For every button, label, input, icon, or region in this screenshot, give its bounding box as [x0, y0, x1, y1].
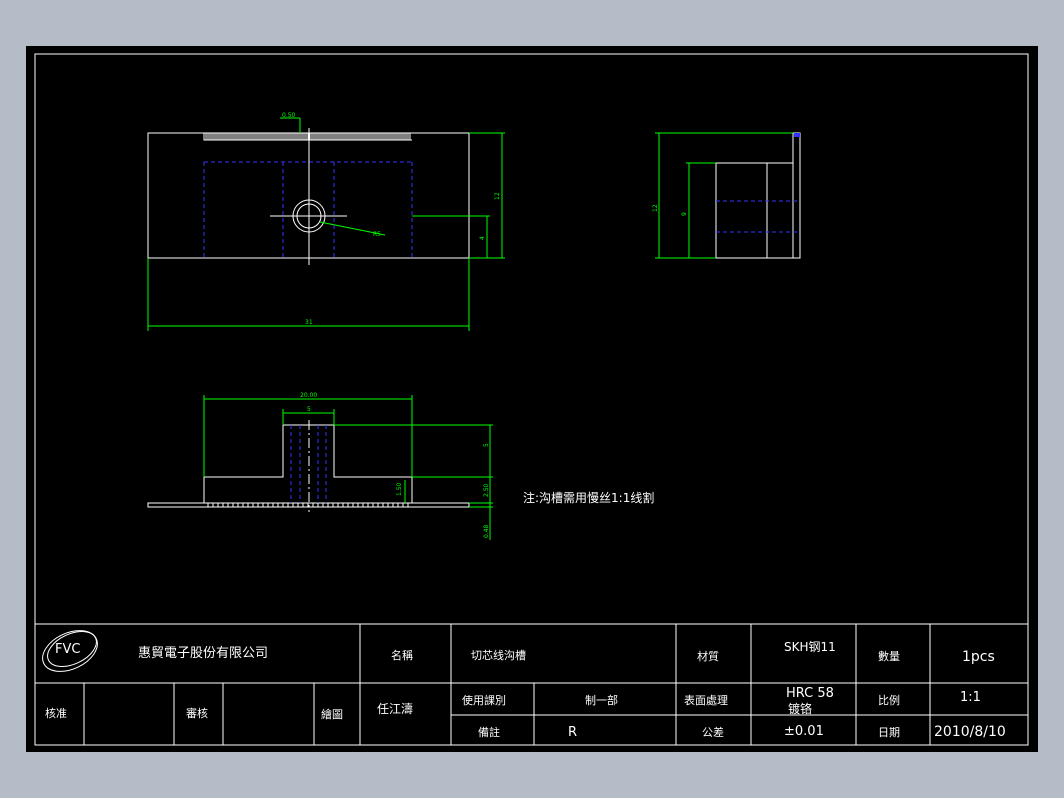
- drawer-label: 繪圖: [321, 707, 343, 721]
- front-view-teeth: [207, 503, 409, 507]
- surface-label: 表面處理: [684, 693, 728, 707]
- side-view-marker: [794, 133, 800, 137]
- remark-value: R: [568, 725, 577, 740]
- top-view-width-label: 31: [305, 319, 313, 326]
- machining-note: 注:沟槽需用慢丝1:1线割: [523, 490, 654, 505]
- front-view-thick-label: 2.50: [483, 483, 490, 497]
- top-view-height-label: 12: [494, 192, 501, 200]
- front-view-base-label: 0.48: [483, 524, 490, 538]
- approve-label: 核准: [45, 706, 67, 720]
- company-name: 惠貿電子股份有限公司: [138, 646, 268, 661]
- tolerance-label: 公差: [702, 725, 724, 739]
- review-label: 審核: [186, 706, 208, 720]
- name-value: 切芯线沟槽: [471, 648, 526, 662]
- dept-label: 使用課別: [462, 693, 506, 707]
- surface-value-1: HRC 58: [786, 686, 834, 701]
- pitch-label: 0.50: [282, 112, 296, 119]
- top-view-offset-label: 4: [479, 236, 486, 240]
- material-label: 材質: [697, 649, 719, 663]
- front-view-slot-label: 5: [307, 406, 311, 413]
- front-view-width-label: 20.00: [300, 392, 317, 399]
- scale-label: 比例: [878, 693, 900, 707]
- dept-value: 制一部: [585, 693, 618, 707]
- cad-drawing-canvas: R5 0.50 12 4 31 12 9 20.00 5 5 2.50 1.50…: [26, 46, 1038, 752]
- side-view-height-label: 12: [652, 204, 659, 212]
- quantity-label: 數量: [878, 650, 900, 663]
- material-value: SKH钢11: [784, 640, 836, 654]
- name-label: 名稱: [391, 648, 413, 662]
- date-value: 2010/8/10: [934, 724, 1006, 740]
- scale-value: 1:1: [960, 690, 981, 705]
- remark-label: 備註: [478, 726, 500, 739]
- logo-text: FVC: [55, 642, 80, 657]
- surface-value-2: 镀铬: [788, 701, 812, 716]
- quantity-value: 1pcs: [962, 649, 995, 665]
- side-view-inner-label: 9: [681, 212, 688, 216]
- date-label: 日期: [878, 726, 900, 739]
- front-view-step-label: 5: [483, 443, 490, 447]
- drawer-value: 任江濤: [377, 702, 413, 716]
- radius-label: R5: [373, 231, 381, 238]
- front-view-small-label: 1.50: [396, 482, 403, 496]
- tolerance-value: ±0.01: [784, 724, 824, 739]
